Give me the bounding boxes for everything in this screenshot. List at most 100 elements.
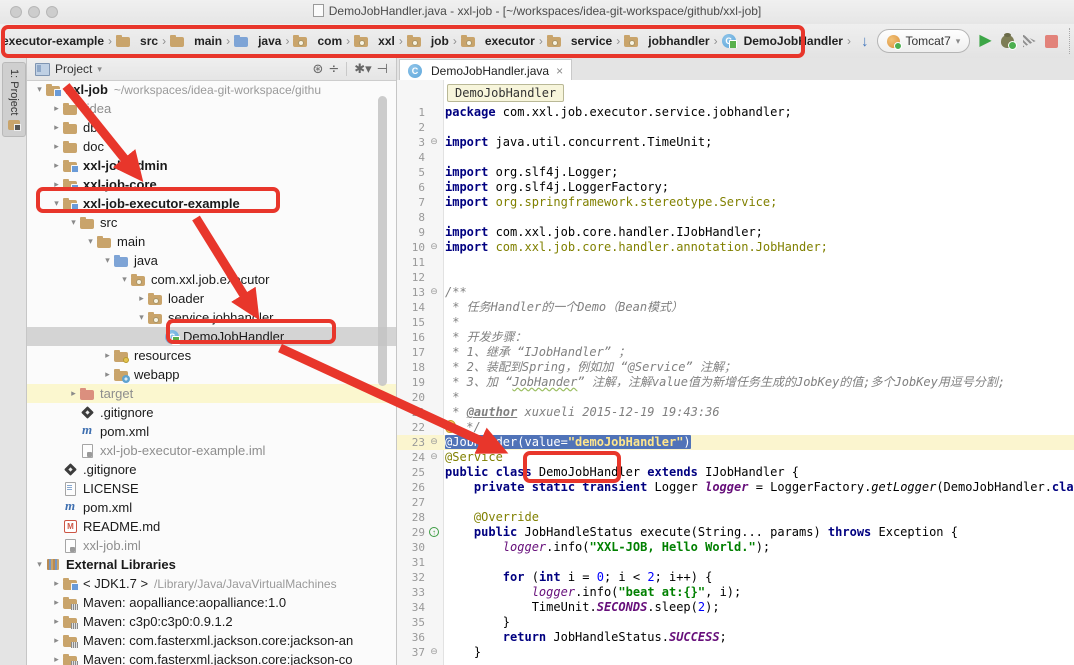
fold-marker-icon[interactable]: ⊖ (425, 285, 443, 300)
tree-item-pom-xml[interactable]: pom.xml (27, 498, 396, 517)
tree-item-xxl-job-iml[interactable]: xxl-job.iml (27, 536, 396, 555)
code-line-29[interactable]: 29↑ public JobHandleStatus execute(Strin… (397, 525, 1074, 540)
code-line-16[interactable]: 16 * 开发步骤： (397, 330, 1074, 345)
chevron-right-icon[interactable]: ▸ (50, 616, 63, 627)
chevron-right-icon[interactable]: ▸ (101, 369, 114, 380)
breadcrumb-item-src[interactable]: src (116, 34, 158, 48)
chevron-down-icon[interactable]: ▾ (84, 236, 97, 247)
code-line-18[interactable]: 18 * 2、装配到Spring，例如加 “@Service” 注解； (397, 360, 1074, 375)
code-line-23[interactable]: 23⊖@JobHander(value="demoJobHandler") (397, 435, 1074, 450)
chevron-down-icon[interactable]: ▾ (97, 64, 102, 75)
chevron-down-icon[interactable]: ▾ (67, 217, 80, 228)
hide-panel-icon[interactable]: ⊣ (377, 63, 388, 76)
project-tool-window-button[interactable]: 1: Project (2, 62, 26, 137)
intention-bulb-icon[interactable] (445, 420, 456, 433)
code-line-26[interactable]: 26 private static transient Logger logge… (397, 480, 1074, 495)
code-line-22[interactable]: 22 */ (397, 420, 1074, 435)
tree-item-main[interactable]: ▾main (27, 232, 396, 251)
fold-marker-icon[interactable]: ⊖ (425, 135, 443, 150)
editor-body[interactable]: DemoJobHandler 1package com.xxl.job.exec… (397, 80, 1074, 665)
fold-marker-icon[interactable]: ⊖ (425, 435, 443, 450)
breadcrumb-item-demojobhandler[interactable]: DemoJobHandler (722, 34, 843, 48)
tree-item-gitignore[interactable]: .gitignore (27, 403, 396, 422)
code-line-35[interactable]: 35 } (397, 615, 1074, 630)
code-line-4[interactable]: 4 (397, 150, 1074, 165)
code-line-36[interactable]: 36 return JobHandleStatus.SUCCESS; (397, 630, 1074, 645)
code-line-27[interactable]: 27 (397, 495, 1074, 510)
fold-marker-icon[interactable]: ⊖ (425, 240, 443, 255)
code-line-8[interactable]: 8 (397, 210, 1074, 225)
chevron-down-icon[interactable]: ▾ (50, 198, 63, 209)
breadcrumb-item-java[interactable]: java (234, 34, 281, 48)
code-line-28[interactable]: 28 @Override (397, 510, 1074, 525)
tree-item-maven-c3p0-c3p0-0-9-1-2[interactable]: ▸Maven: c3p0:c3p0:0.9.1.2 (27, 612, 396, 631)
fold-marker-icon[interactable]: ⊖ (425, 450, 443, 465)
scroll-down-icon[interactable]: ↓ (861, 34, 869, 49)
breadcrumb-item-xxl[interactable]: xxl (354, 34, 395, 48)
run-button[interactable]: ▶ (979, 33, 991, 49)
tree-item-idea[interactable]: ▸.idea (27, 99, 396, 118)
fold-marker-icon[interactable]: ⊖ (425, 645, 443, 660)
tree-item-xxl-job-executor-example-iml[interactable]: xxl-job-executor-example.iml (27, 441, 396, 460)
tree-item-doc[interactable]: ▸doc (27, 137, 396, 156)
breadcrumb-item-main[interactable]: main (170, 34, 222, 48)
project-scrollbar[interactable] (378, 96, 387, 386)
chevron-down-icon[interactable]: ▾ (118, 274, 131, 285)
code-line-37[interactable]: 37⊖ } (397, 645, 1074, 660)
tree-item-maven-com-fasterxml-jackson-core-jackson-an[interactable]: ▸Maven: com.fasterxml.jackson.core:jacks… (27, 631, 396, 650)
settings-gear-icon[interactable]: ✱▾ (354, 63, 371, 76)
tab-demojobhandler[interactable]: DemoJobHandler.java × (399, 59, 572, 81)
chevron-right-icon[interactable]: ▸ (135, 293, 148, 304)
chevron-down-icon[interactable]: ▾ (33, 84, 46, 95)
code-line-31[interactable]: 31 (397, 555, 1074, 570)
code-line-3[interactable]: 3⊖import java.util.concurrent.TimeUnit; (397, 135, 1074, 150)
chevron-down-icon[interactable]: ▾ (135, 312, 148, 323)
coverage-button[interactable] (1023, 35, 1036, 48)
breadcrumb-item-service[interactable]: service (547, 34, 612, 48)
chevron-right-icon[interactable]: ▸ (50, 103, 63, 114)
tree-item-target[interactable]: ▸target (27, 384, 396, 403)
chevron-right-icon[interactable]: ▸ (50, 578, 63, 589)
code-line-14[interactable]: 14 * 任务Handler的一个Demo（Bean模式） (397, 300, 1074, 315)
chevron-right-icon[interactable]: ▸ (50, 635, 63, 646)
code-line-13[interactable]: 13⊖/** (397, 285, 1074, 300)
override-method-icon[interactable]: ↑ (429, 527, 439, 537)
tree-item-xxl-job[interactable]: ▾xxl-job~/workspaces/idea-git-workspace/… (27, 80, 396, 99)
chevron-right-icon[interactable]: ▸ (50, 160, 63, 171)
chevron-right-icon[interactable]: ▸ (50, 122, 63, 133)
code-line-17[interactable]: 17 * 1、继承 “IJobHandler” ； (397, 345, 1074, 360)
code-line-30[interactable]: 30 logger.info("XXL-JOB, Hello World."); (397, 540, 1074, 555)
code-line-1[interactable]: 1package com.xxl.job.executor.service.jo… (397, 105, 1074, 120)
tree-item-xxl-job-executor-example[interactable]: ▾xxl-job-executor-example (27, 194, 396, 213)
code-line-6[interactable]: 6import org.slf4j.LoggerFactory; (397, 180, 1074, 195)
chevron-right-icon[interactable]: ▸ (67, 388, 80, 399)
code-line-25[interactable]: 25public class DemoJobHandler extends IJ… (397, 465, 1074, 480)
code-line-5[interactable]: 5import org.slf4j.Logger; (397, 165, 1074, 180)
breadcrumb-item-job[interactable]: job (407, 34, 449, 48)
run-configuration-select[interactable]: Tomcat7 ▾ (877, 29, 970, 53)
breadcrumb-item-executor-example[interactable]: executor-example (2, 34, 104, 48)
tree-item-xxl-job-core[interactable]: ▸xxl-job-core (27, 175, 396, 194)
stop-button[interactable] (1045, 35, 1058, 48)
code-line-33[interactable]: 33 logger.info("beat at:{}", i); (397, 585, 1074, 600)
code-line-19[interactable]: 19 * 3、加 “JobHander” 注解，注解value值为新增任务生成的… (397, 375, 1074, 390)
code-line-34[interactable]: 34 TimeUnit.SECONDS.sleep(2); (397, 600, 1074, 615)
tree-item-service-jobhandler[interactable]: ▾service.jobhandler (27, 308, 396, 327)
code-line-11[interactable]: 11 (397, 255, 1074, 270)
tree-item-external-libraries[interactable]: ▾External Libraries (27, 555, 396, 574)
code-line-10[interactable]: 10⊖import com.xxl.job.core.handler.annot… (397, 240, 1074, 255)
tree-item-demojobhandler[interactable]: DemoJobHandler (27, 327, 396, 346)
tree-item-pom-xml[interactable]: pom.xml (27, 422, 396, 441)
breadcrumb-item-com[interactable]: com (293, 34, 342, 48)
chevron-right-icon[interactable]: ▸ (50, 597, 63, 608)
code-line-9[interactable]: 9import com.xxl.job.core.handler.IJobHan… (397, 225, 1074, 240)
tree-item-maven-aopalliance-aopalliance-1-0[interactable]: ▸Maven: aopalliance:aopalliance:1.0 (27, 593, 396, 612)
code-line-7[interactable]: 7import org.springframework.stereotype.S… (397, 195, 1074, 210)
code-line-2[interactable]: 2 (397, 120, 1074, 135)
code-line-12[interactable]: 12 (397, 270, 1074, 285)
tree-item-gitignore[interactable]: .gitignore (27, 460, 396, 479)
tree-item-maven-com-fasterxml-jackson-core-jackson-co[interactable]: ▸Maven: com.fasterxml.jackson.core:jacks… (27, 650, 396, 665)
tree-item-src[interactable]: ▾src (27, 213, 396, 232)
chevron-down-icon[interactable]: ▾ (101, 255, 114, 266)
tree-item-readme-md[interactable]: README.md (27, 517, 396, 536)
